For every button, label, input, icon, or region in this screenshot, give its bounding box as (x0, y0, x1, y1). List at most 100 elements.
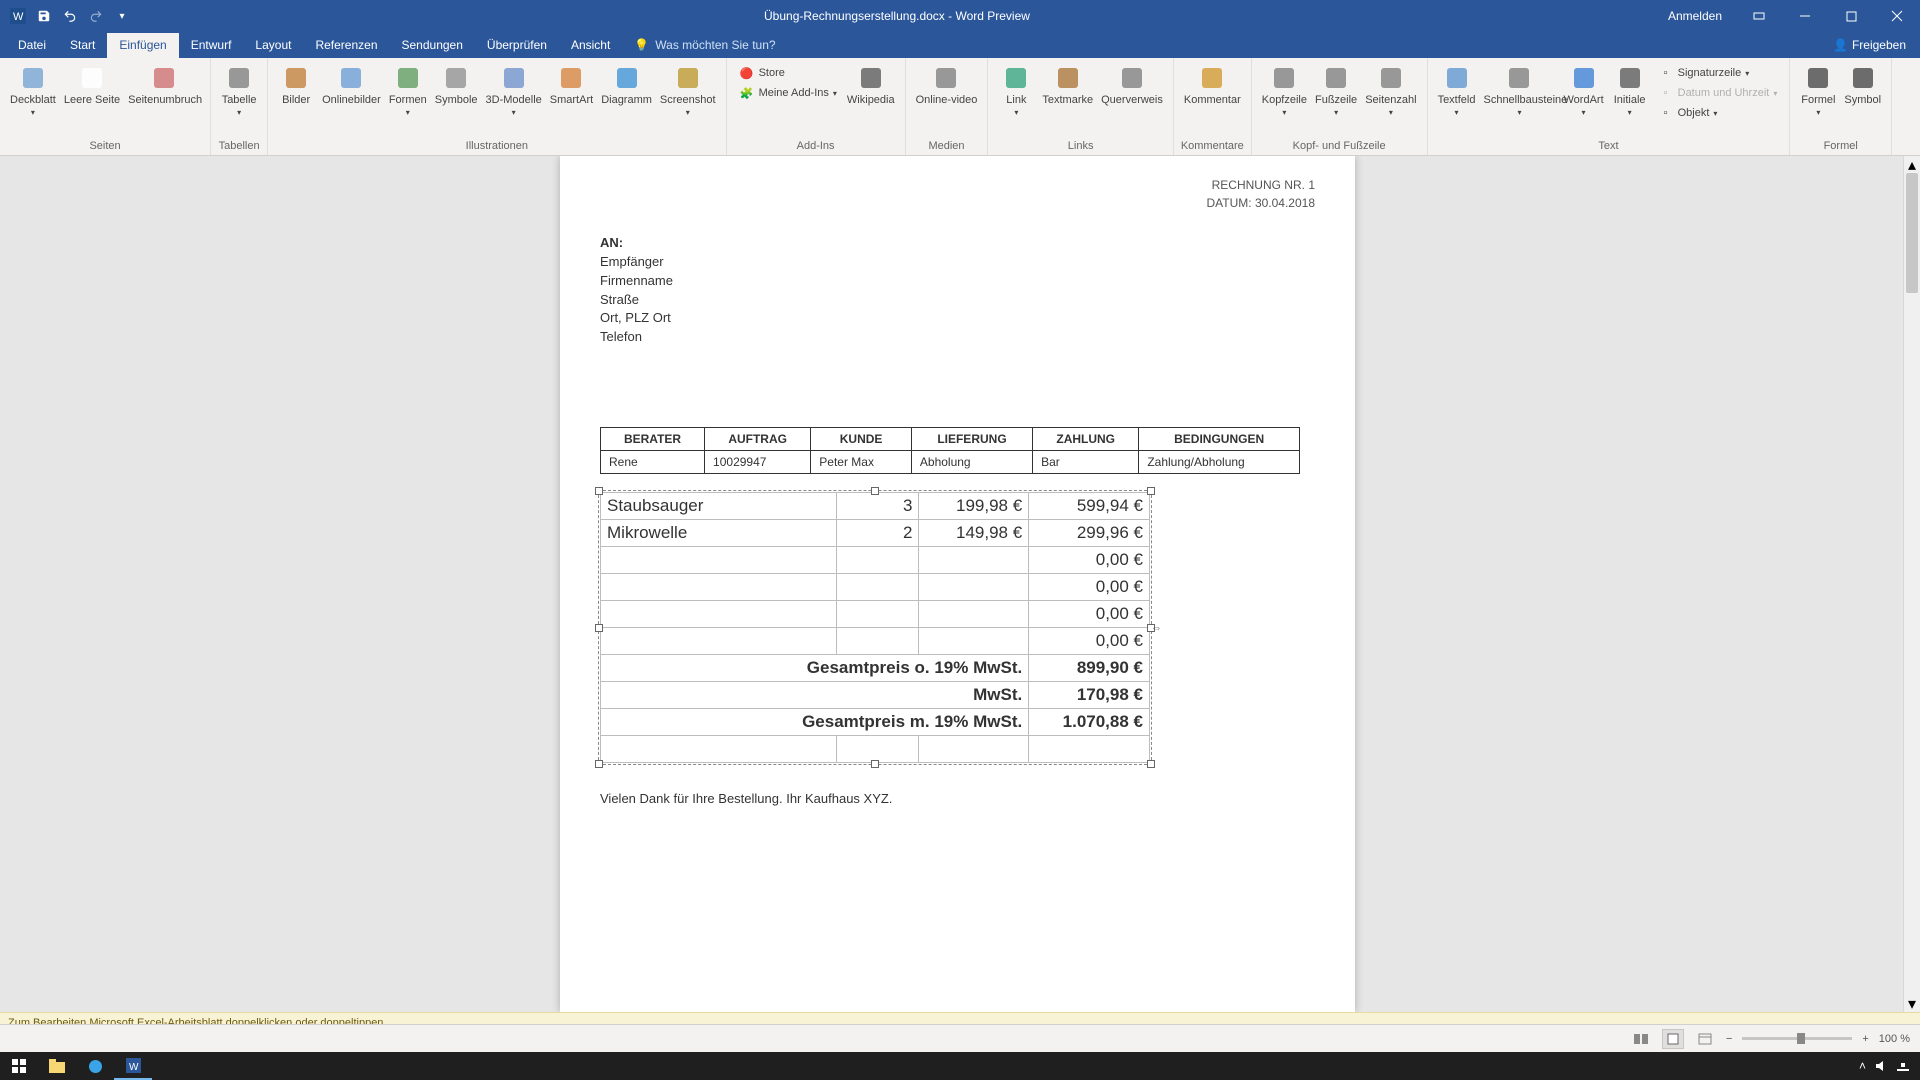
tab-datei[interactable]: Datei (6, 33, 58, 58)
ribbon-fu-zeile[interactable]: Fußzeile▾ (1311, 62, 1361, 120)
page[interactable]: RECHNUNG NR. 1 DATUM: 30.04.2018 AN: Emp… (560, 156, 1355, 1012)
ribbon-schnellbausteine[interactable]: Schnellbausteine▾ (1479, 62, 1559, 120)
ribbon-textfeld[interactable]: Textfeld▾ (1434, 62, 1480, 120)
document-area[interactable]: RECHNUNG NR. 1 DATUM: 30.04.2018 AN: Emp… (0, 156, 1920, 1012)
item-total: 0,00 € (1029, 574, 1150, 601)
ribbon-onlinebilder[interactable]: Onlinebilder (318, 62, 385, 108)
zoom-slider-knob[interactable] (1797, 1033, 1805, 1044)
edge-icon[interactable] (76, 1052, 114, 1080)
tab-layout[interactable]: Layout (243, 33, 303, 58)
start-button-icon[interactable] (0, 1052, 38, 1080)
ribbon-symbole[interactable]: Symbole (431, 62, 482, 108)
ribbon-bilder[interactable]: Bilder (274, 62, 318, 108)
addr-line: Firmenname (600, 272, 1315, 291)
file-explorer-icon[interactable] (38, 1052, 76, 1080)
minimize-icon[interactable] (1782, 0, 1828, 32)
summary-row: MwSt.170,98 € (601, 682, 1150, 709)
scroll-track[interactable] (1904, 173, 1920, 995)
tab-ansicht[interactable]: Ansicht (559, 33, 622, 58)
zoom-in-icon[interactable]: + (1862, 1033, 1868, 1045)
ribbon-smartart[interactable]: SmartArt (546, 62, 597, 108)
ribbon-seitenumbruch[interactable]: Seitenumbruch (124, 62, 204, 108)
share-button[interactable]: 👤Freigeben (1819, 38, 1920, 58)
maximize-icon[interactable] (1828, 0, 1874, 32)
ribbon-kommentar[interactable]: Kommentar (1180, 62, 1245, 108)
vertical-scrollbar[interactable]: ▴ ▾ (1903, 156, 1920, 1012)
ribbon-deckblatt[interactable]: Deckblatt▾ (6, 62, 60, 120)
resize-handle-icon[interactable] (595, 760, 603, 768)
mini-signaturzeile[interactable]: ▫Signaturzeile ▾ (1656, 64, 1780, 82)
redo-icon[interactable] (88, 8, 104, 24)
ribbon-symbol[interactable]: Symbol (1840, 62, 1885, 108)
tab-überprüfen[interactable]: Überprüfen (475, 33, 559, 58)
resize-handle-icon[interactable] (1147, 487, 1155, 495)
addr-line: Ort, PLZ Ort (600, 309, 1315, 328)
ribbon-kopfzeile[interactable]: Kopfzeile▾ (1258, 62, 1311, 120)
item-name: Staubsauger (601, 493, 837, 520)
signin-link[interactable]: Anmelden (1654, 9, 1736, 23)
table-row: Mikrowelle2149,98 €299,96 € (601, 520, 1150, 547)
tab-entwurf[interactable]: Entwurf (179, 33, 244, 58)
ribbon-screenshot[interactable]: Screenshot▾ (656, 62, 720, 120)
ribbon-display-icon[interactable] (1736, 0, 1782, 32)
item-total: 299,96 € (1029, 520, 1150, 547)
tray-chevron-icon[interactable]: ˄ (1859, 1059, 1866, 1073)
addr-line: Telefon (600, 328, 1315, 347)
volume-icon[interactable] (1874, 1059, 1888, 1073)
tab-start[interactable]: Start (58, 33, 107, 58)
table-row: 0,00 € (601, 628, 1150, 655)
ribbon-link[interactable]: Link▾ (994, 62, 1038, 120)
tabelle-icon (225, 64, 253, 92)
ribbon-seitenzahl[interactable]: Seitenzahl▾ (1361, 62, 1420, 120)
qat-customize-icon[interactable]: ▾ (114, 8, 130, 24)
read-mode-icon[interactable] (1630, 1029, 1652, 1049)
item-price (919, 547, 1029, 574)
my-addins-button[interactable]: 🧩Meine Add-Ins ▾ (737, 84, 839, 102)
resize-handle-icon[interactable] (871, 487, 879, 495)
thanks-text: Vielen Dank für Ihre Bestellung. Ihr Kau… (600, 791, 1315, 806)
meta-cell: Peter Max (811, 451, 912, 474)
print-layout-icon[interactable] (1662, 1029, 1684, 1049)
ribbon-textmarke[interactable]: Textmarke (1038, 62, 1097, 108)
summary-label: Gesamtpreis m. 19% MwSt. (601, 709, 1029, 736)
resize-handle-icon[interactable] (595, 624, 603, 632)
tab-einfügen[interactable]: Einfügen (107, 33, 178, 58)
tab-referenzen[interactable]: Referenzen (303, 33, 389, 58)
meta-cell: Bar (1033, 451, 1139, 474)
ribbon-querverweis[interactable]: Querverweis (1097, 62, 1167, 108)
word-app-icon: W (10, 8, 26, 24)
save-icon[interactable] (36, 8, 52, 24)
scroll-thumb[interactable] (1906, 173, 1918, 293)
mini-objekt[interactable]: ▫Objekt ▾ (1656, 104, 1780, 122)
ribbon-tabelle[interactable]: Tabelle▾ (217, 62, 261, 120)
ribbon-wordart[interactable]: WordArt▾ (1559, 62, 1607, 120)
zoom-out-icon[interactable]: − (1726, 1033, 1732, 1045)
ribbon-3d-modelle[interactable]: 3D-Modelle▾ (482, 62, 546, 120)
tell-me-placeholder[interactable]: Was möchten Sie tun? (655, 38, 775, 52)
zoom-value[interactable]: 100 % (1879, 1033, 1910, 1045)
ribbon-formel[interactable]: Formel▾ (1796, 62, 1840, 120)
resize-handle-icon[interactable] (871, 760, 879, 768)
resize-arrows-icon[interactable]: ⇔ (1151, 622, 1162, 634)
web-layout-icon[interactable] (1694, 1029, 1716, 1049)
ribbon-wikipedia[interactable]: Wikipedia (843, 62, 899, 108)
undo-icon[interactable] (62, 8, 78, 24)
close-icon[interactable] (1874, 0, 1920, 32)
embedded-excel-object[interactable]: ⇔ Staubsauger3199,98 €599,94 €Mikrowelle… (600, 492, 1150, 763)
ribbon-initiale[interactable]: Initiale▾ (1608, 62, 1652, 120)
item-name (601, 601, 837, 628)
network-icon[interactable] (1896, 1059, 1910, 1073)
resize-handle-icon[interactable] (595, 487, 603, 495)
zoom-slider[interactable] (1742, 1037, 1852, 1040)
scroll-down-icon[interactable]: ▾ (1904, 995, 1920, 1012)
ribbon-online-video[interactable]: Online-video (912, 62, 982, 108)
scroll-up-icon[interactable]: ▴ (1904, 156, 1920, 173)
ribbon-formen[interactable]: Formen▾ (385, 62, 431, 120)
ribbon-leere-seite[interactable]: Leere Seite (60, 62, 124, 108)
word-taskbar-icon[interactable]: W (114, 1052, 152, 1080)
invoice-no: 1 (1308, 178, 1315, 192)
store-button[interactable]: 🔴Store (737, 64, 839, 82)
tab-sendungen[interactable]: Sendungen (390, 33, 475, 58)
resize-handle-icon[interactable] (1147, 760, 1155, 768)
ribbon-diagramm[interactable]: Diagramm (597, 62, 656, 108)
